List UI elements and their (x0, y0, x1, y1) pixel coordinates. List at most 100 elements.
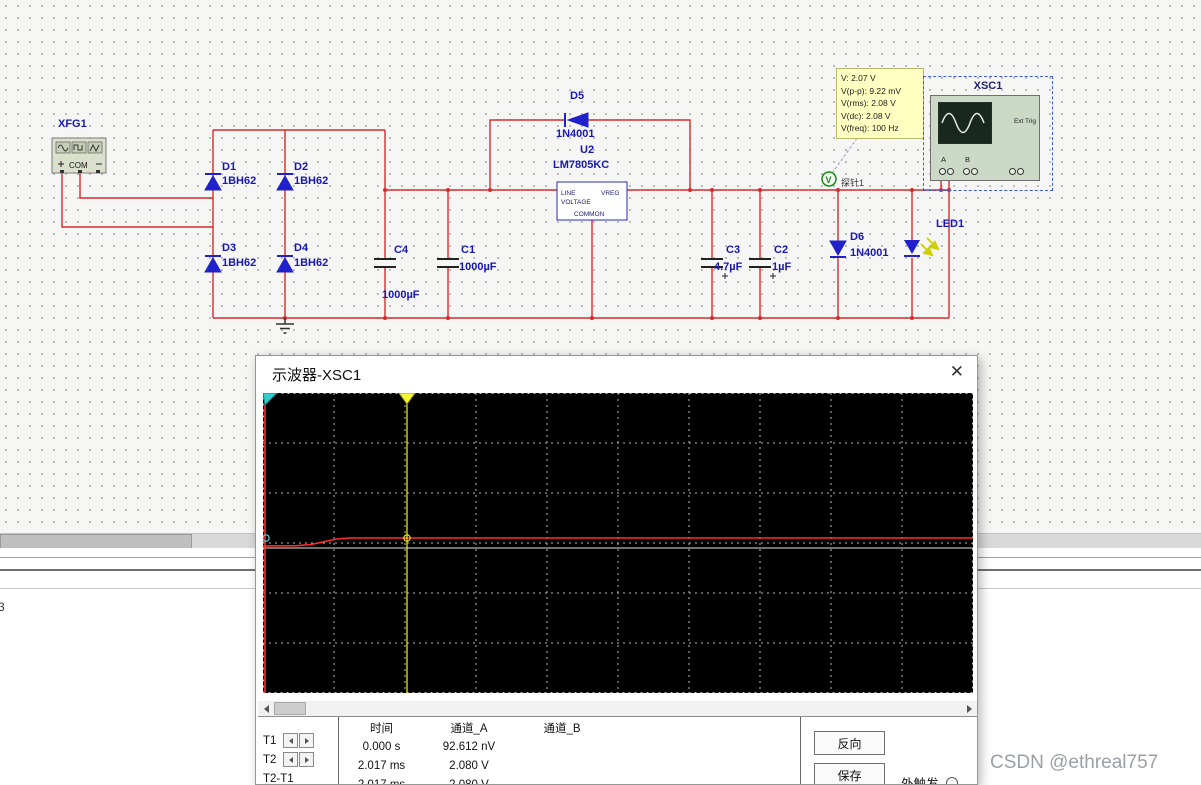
d3-value: 1BH62 (222, 257, 256, 269)
xfg1-terminal-plus[interactable] (60, 170, 64, 173)
triangle-wave-icon[interactable] (87, 141, 103, 154)
led1-ref: LED1 (936, 218, 964, 230)
u2-pin-common: COMMON (574, 211, 605, 218)
d1-value: 1BH62 (222, 175, 256, 187)
watermark: CSDN @ethreal757 (990, 752, 1159, 773)
cursor-nav: T1 T2 T2-T1 (263, 731, 315, 785)
t2-next-button[interactable] (299, 752, 314, 767)
u2-pin-line: LINE (561, 190, 576, 197)
xsc1-screen-icon (938, 102, 992, 144)
ground-symbol[interactable] (276, 318, 294, 334)
xsc1-channel-b-label: B (965, 155, 971, 164)
cursor-t1-label: T1 (263, 734, 277, 747)
probe-connector-line (832, 133, 861, 173)
scope-plot (262, 392, 973, 693)
delta-values-row: 2.017 ms 2.080 V (339, 775, 800, 785)
d3-ref: D3 (222, 242, 236, 254)
c1-value: 1000µF (459, 261, 497, 273)
probe-name: 探针1 (841, 177, 864, 188)
scope-readout-panel: T1 T2 T2-T1 时间 通道_A 通道_B 0.000 s 92.612 … (256, 717, 977, 785)
c4-value: 1000µF (382, 289, 420, 301)
xsc1-channel-a-label: A (941, 155, 947, 164)
ext-trigger-label: 外触发 (901, 777, 939, 785)
oscilloscope-window[interactable]: 示波器-XSC1 ✕ T1 T2 T2-T1 时间 通道_A 通道_B 0.00… (255, 355, 978, 785)
xsc1-terminal[interactable] (971, 168, 978, 175)
scope-graph[interactable] (262, 392, 973, 693)
t1-prev-button[interactable] (283, 733, 298, 748)
capacitor-c2[interactable]: C2 1µF (749, 244, 791, 279)
t1-values-row: 0.000 s 92.612 nV (339, 737, 800, 756)
cursor-measurements-table: 时间 通道_A 通道_B 0.000 s 92.612 nV 2.017 ms … (338, 717, 801, 785)
cursor-t1-row: T1 (263, 731, 315, 750)
probe-vdc: V(dc): 2.08 V (841, 110, 891, 121)
scope-window-title: 示波器-XSC1 (272, 367, 362, 384)
capacitor-c4[interactable]: C4 1000µF (374, 244, 420, 301)
xfg1-terminal-com[interactable] (78, 170, 82, 173)
u2-pin-voltage: VOLTAGE (561, 199, 591, 206)
function-generator-xfg1[interactable]: XFG1 COM (51, 118, 107, 174)
ext-trigger-group: 外触发 (901, 773, 958, 785)
voltage-regulator-u2[interactable]: U2 LM7805KC LINE VOLTAGE VREG COMMON (553, 144, 628, 221)
t2-values-row: 2.017 ms 2.080 V (339, 756, 800, 775)
d6-value: 1N4001 (850, 247, 889, 259)
circuit-wires[interactable] (61, 119, 950, 319)
xsc1-terminal[interactable] (947, 168, 954, 175)
c3-value: 4.7µF (714, 261, 743, 273)
d4-ref: D4 (294, 242, 309, 254)
probe-symbol: V (826, 175, 832, 185)
d1-ref: D1 (222, 161, 236, 173)
scroll-left-icon[interactable] (258, 701, 274, 716)
t2-channel-a: 2.080 V (449, 759, 489, 772)
multisim-screen: XFG1 COM D1 1BH62 D2 1BH62 D3 1BH62 D4 1… (0, 0, 1201, 785)
scope-titlebar[interactable]: 示波器-XSC1 ✕ (256, 356, 977, 392)
scope-scroll-thumb[interactable] (274, 702, 306, 715)
save-button[interactable]: 保存 (814, 763, 885, 784)
xfg1-label: XFG1 (58, 118, 87, 130)
capacitor-c3[interactable]: C3 4.7µF (701, 244, 743, 279)
capacitor-c1[interactable]: C1 1000µF (437, 244, 497, 273)
xsc1-terminal[interactable] (1009, 168, 1016, 175)
oscilloscope-component-xsc1[interactable]: XSC1 Ext Trig A B (923, 76, 1053, 191)
d6-ref: D6 (850, 231, 864, 243)
t1-time: 0.000 s (362, 740, 401, 753)
xsc1-terminal[interactable] (1017, 168, 1024, 175)
c2-value: 1µF (772, 261, 791, 273)
cursor-delta-row: T2-T1 (263, 769, 315, 785)
xfg1-com-label: COM (69, 161, 88, 170)
xsc1-terminal[interactable] (939, 168, 946, 175)
reverse-button[interactable]: 反向 (814, 731, 885, 755)
probe-vrms: V(rms): 2.08 V (841, 98, 896, 108)
t1-next-button[interactable] (299, 733, 314, 748)
u2-value: LM7805KC (553, 159, 609, 171)
cursor-t2-row: T2 (263, 750, 315, 769)
scroll-right-icon[interactable] (961, 701, 977, 716)
probe-vfreq: V(freq): 100 Hz (841, 123, 899, 133)
t2-time: 2.017 ms (357, 759, 406, 772)
clipped-edge-text: 3 (0, 600, 5, 614)
voltage-probe[interactable]: V 探针1 (821, 133, 864, 188)
col-header-channel-a: 通道_A (450, 723, 488, 735)
t1-channel-a: 92.612 nV (442, 740, 496, 753)
scope-scrollbar[interactable] (258, 701, 977, 717)
c2-ref: C2 (774, 244, 788, 256)
probe-readout-tooltip: V: 2.07 V V(p-p): 9.22 mV V(rms): 2.08 V… (836, 68, 924, 139)
u2-pin-vreg: VREG (601, 190, 619, 197)
d5-value: 1N4001 (556, 128, 595, 140)
delta-channel-a: 2.080 V (449, 778, 489, 785)
ext-trigger-radio[interactable] (945, 777, 958, 784)
led1[interactable]: LED1 (904, 218, 964, 257)
t2-prev-button[interactable] (283, 752, 298, 767)
xsc1-terminal[interactable] (963, 168, 970, 175)
d4-value: 1BH62 (294, 257, 328, 269)
close-icon[interactable]: ✕ (950, 362, 964, 382)
diode-d6[interactable]: D6 1N4001 (829, 231, 889, 259)
diode-d5[interactable]: D5 1N4001 (556, 90, 595, 140)
col-header-time: 时间 (370, 723, 393, 735)
probe-v: V: 2.07 V (841, 73, 876, 83)
d2-ref: D2 (294, 161, 308, 173)
cursor-delta-label: T2-T1 (263, 772, 294, 785)
xfg1-terminal-minus[interactable] (96, 170, 100, 173)
xsc1-instrument-icon[interactable]: Ext Trig A B (930, 95, 1040, 181)
c1-ref: C1 (461, 244, 475, 256)
d2-value: 1BH62 (294, 175, 328, 187)
